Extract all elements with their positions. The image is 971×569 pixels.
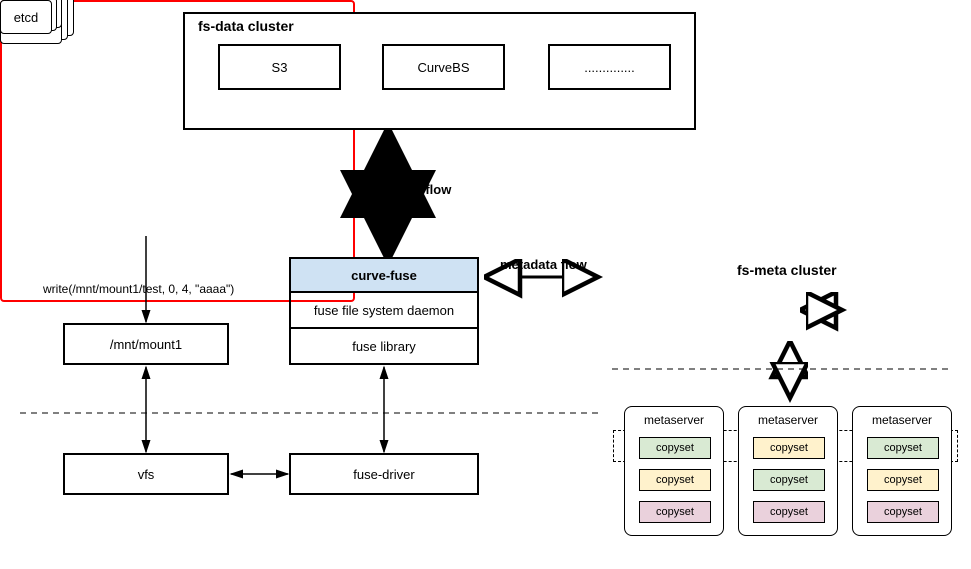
metadata-flow-label: metadata flow [500,257,587,272]
copyset-1-3: copyset [639,501,711,523]
copyset-1-2: copyset [639,469,711,491]
etcd-stack: etcd [0,350,62,390]
metaserver-1: metaserver copyset copyset copyset [624,406,724,536]
fs-data-title: fs-data cluster [198,18,294,34]
curve-fuse-box: curve-fuse [289,257,479,293]
mds-stack: MDS [0,302,70,350]
s3-box: S3 [218,44,341,90]
fuse-library-box: fuse library [289,329,479,365]
metaserver-2-title: metaserver [739,407,837,427]
copyset-2-3: copyset [753,501,825,523]
write-call-label: write(/mnt/mount1/test, 0, 4, "aaaa") [43,282,234,296]
fuse-daemon-box: fuse file system daemon [289,293,479,329]
data-flow-label: data flow [395,182,451,197]
copyset-2-2: copyset [753,469,825,491]
dots-box: .............. [548,44,671,90]
fuse-driver-box: fuse-driver [289,453,479,495]
etcd-box: etcd [0,0,52,34]
metaserver-1-title: metaserver [625,407,723,427]
curvebs-box: CurveBS [382,44,505,90]
copyset-3-2: copyset [867,469,939,491]
mount-box: /mnt/mount1 [63,323,229,365]
copyset-3-1: copyset [867,437,939,459]
metaserver-3: metaserver copyset copyset copyset [852,406,952,536]
copyset-3-3: copyset [867,501,939,523]
metaserver-3-title: metaserver [853,407,951,427]
copyset-2-1: copyset [753,437,825,459]
metaserver-2: metaserver copyset copyset copyset [738,406,838,536]
copyset-1-1: copyset [639,437,711,459]
vfs-box: vfs [63,453,229,495]
fs-meta-title: fs-meta cluster [737,262,837,278]
